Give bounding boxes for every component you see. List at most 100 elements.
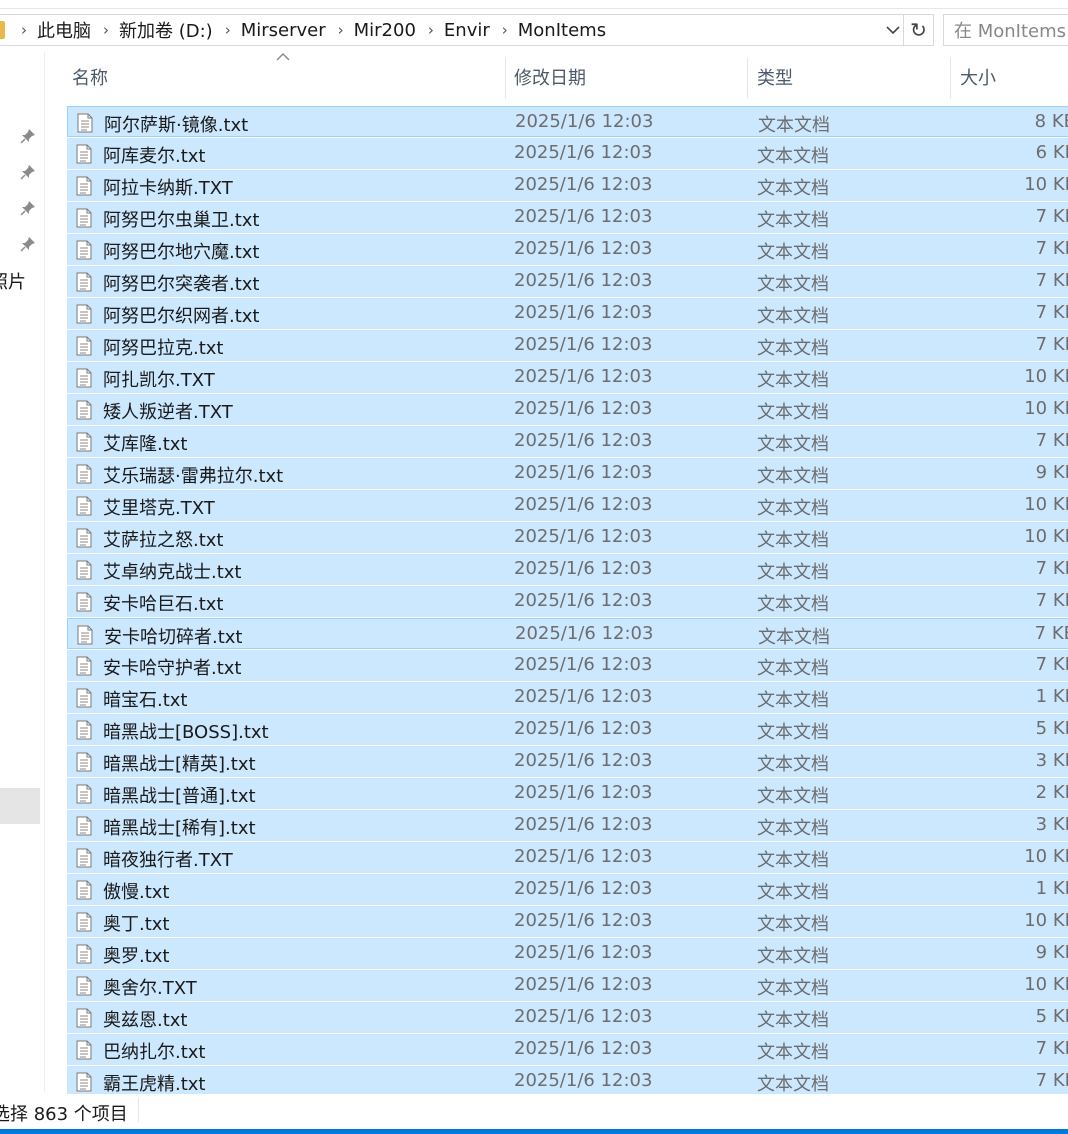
file-name[interactable]: 安卡哈守护者.txt xyxy=(103,654,242,680)
file-row[interactable]: 阿拉卡纳斯.TXT 2025/1/6 12:03 文本文档 10 KB xyxy=(67,170,1068,201)
file-row[interactable]: 艾卓纳克战士.txt 2025/1/6 12:03 文本文档 7 KB xyxy=(67,554,1068,585)
file-row[interactable]: 暗黑战士[BOSS].txt 2025/1/6 12:03 文本文档 5 KB xyxy=(67,714,1068,745)
file-row[interactable]: 暗黑战士[稀有].txt 2025/1/6 12:03 文本文档 3 KB xyxy=(67,810,1068,841)
file-name[interactable]: 艾库隆.txt xyxy=(103,430,188,456)
file-row[interactable]: 艾库隆.txt 2025/1/6 12:03 文本文档 7 KB xyxy=(67,426,1068,457)
file-row[interactable]: 奥罗.txt 2025/1/6 12:03 文本文档 9 KB xyxy=(67,938,1068,969)
chevron-right-icon[interactable]: › xyxy=(219,21,237,39)
file-name[interactable]: 奥罗.txt xyxy=(103,942,170,968)
file-row[interactable]: 艾萨拉之怒.txt 2025/1/6 12:03 文本文档 10 KB xyxy=(67,522,1068,553)
file-name[interactable]: 奥丁.txt xyxy=(103,910,170,936)
file-name[interactable]: 阿努巴拉克.txt xyxy=(103,334,224,360)
file-row[interactable]: 奥舍尔.TXT 2025/1/6 12:03 文本文档 10 KB xyxy=(67,970,1068,1001)
file-name[interactable]: 阿努巴尔织网者.txt xyxy=(103,302,260,328)
chevron-right-icon[interactable]: › xyxy=(422,21,440,39)
file-name[interactable]: 霸王虎精.txt xyxy=(103,1070,206,1096)
pin-icon[interactable] xyxy=(20,128,36,144)
column-header-type[interactable]: 类型 xyxy=(757,64,793,90)
file-name[interactable]: 巴纳扎尔.txt xyxy=(103,1038,206,1064)
file-name[interactable]: 阿努巴尔虫巢卫.txt xyxy=(103,206,260,232)
file-row[interactable]: 阿努巴尔地穴魔.txt 2025/1/6 12:03 文本文档 7 KB xyxy=(67,234,1068,265)
breadcrumb-mir200[interactable]: Mir200 xyxy=(350,20,422,41)
file-row[interactable]: 巴纳扎尔.txt 2025/1/6 12:03 文本文档 7 KB xyxy=(67,1034,1068,1065)
file-name[interactable]: 奥兹恩.txt xyxy=(103,1006,188,1032)
file-row[interactable]: 阿库麦尔.txt 2025/1/6 12:03 文本文档 6 KB xyxy=(67,138,1068,169)
chevron-right-icon[interactable]: › xyxy=(496,21,514,39)
column-header-size[interactable]: 大小 xyxy=(960,64,996,90)
address-history-dropdown[interactable] xyxy=(880,14,906,46)
breadcrumb-mirserver[interactable]: Mirserver xyxy=(237,20,332,41)
file-row[interactable]: 阿努巴尔突袭者.txt 2025/1/6 12:03 文本文档 7 KB xyxy=(67,266,1068,297)
file-name[interactable]: 艾乐瑞瑟·雷弗拉尔.txt xyxy=(103,462,283,488)
refresh-button[interactable]: ↻ xyxy=(904,14,934,46)
file-name[interactable]: 傲慢.txt xyxy=(103,878,170,904)
file-row[interactable]: 艾乐瑞瑟·雷弗拉尔.txt 2025/1/6 12:03 文本文档 9 KB xyxy=(67,458,1068,489)
file-name[interactable]: 阿拉卡纳斯.TXT xyxy=(103,174,233,200)
file-modified-date: 2025/1/6 12:03 xyxy=(514,302,653,323)
file-row[interactable]: 暗黑战士[普通].txt 2025/1/6 12:03 文本文档 2 KB xyxy=(67,778,1068,809)
file-name[interactable]: 暗黑战士[稀有].txt xyxy=(103,814,256,840)
file-name[interactable]: 暗黑战士[BOSS].txt xyxy=(103,718,269,744)
file-modified-date: 2025/1/6 12:03 xyxy=(514,462,653,483)
chevron-right-icon[interactable]: › xyxy=(332,21,350,39)
file-row[interactable]: 阿扎凯尔.TXT 2025/1/6 12:03 文本文档 10 KB xyxy=(67,362,1068,393)
file-size: 7 KB xyxy=(1035,558,1068,579)
file-name[interactable]: 阿努巴尔地穴魔.txt xyxy=(103,238,260,264)
column-divider[interactable] xyxy=(747,58,748,98)
file-row[interactable]: 暗黑战士[精英].txt 2025/1/6 12:03 文本文档 3 KB xyxy=(67,746,1068,777)
file-row[interactable]: 阿努巴尔虫巢卫.txt 2025/1/6 12:03 文本文档 7 KB xyxy=(67,202,1068,233)
file-row[interactable]: 奥丁.txt 2025/1/6 12:03 文本文档 10 KB xyxy=(67,906,1068,937)
address-bar[interactable]: › 此电脑 › 新加卷 (D:) › Mirserver › Mir200 › … xyxy=(0,14,904,46)
file-name[interactable]: 暗宝石.txt xyxy=(103,686,188,712)
file-name[interactable]: 阿扎凯尔.TXT xyxy=(103,366,215,392)
file-name[interactable]: 阿尔萨斯·镜像.txt xyxy=(104,111,248,137)
file-row[interactable]: 安卡哈守护者.txt 2025/1/6 12:03 文本文档 7 KB xyxy=(67,650,1068,681)
file-name[interactable]: 阿努巴尔突袭者.txt xyxy=(103,270,260,296)
pin-icon[interactable] xyxy=(20,164,36,180)
file-row[interactable]: 矮人叛逆者.TXT 2025/1/6 12:03 文本文档 10 KB xyxy=(67,394,1068,425)
search-input[interactable]: 在 MonItems xyxy=(943,14,1068,46)
breadcrumb-drive[interactable]: 新加卷 (D:) xyxy=(115,17,219,43)
file-row[interactable]: 安卡哈巨石.txt 2025/1/6 12:03 文本文档 7 KB xyxy=(67,586,1068,617)
file-size: 3 KB xyxy=(1035,750,1068,771)
column-divider[interactable] xyxy=(950,58,951,98)
chevron-right-icon[interactable]: › xyxy=(97,21,115,39)
file-size: 10 KB xyxy=(1024,398,1068,419)
file-row[interactable]: 霸王虎精.txt 2025/1/6 12:03 文本文档 7 KB xyxy=(67,1066,1068,1096)
breadcrumb-this-pc[interactable]: 此电脑 xyxy=(33,17,97,43)
file-row[interactable]: 阿尔萨斯·镜像.txt 2025/1/6 12:03 文本文档 8 KB xyxy=(67,106,1068,137)
file-name[interactable]: 艾卓纳克战士.txt xyxy=(103,558,242,584)
column-divider[interactable] xyxy=(505,58,506,98)
nav-item-pictures[interactable]: 照片 xyxy=(0,268,26,294)
file-name[interactable]: 暗黑战士[普通].txt xyxy=(103,782,256,808)
pin-icon[interactable] xyxy=(20,200,36,216)
file-row[interactable]: 安卡哈切碎者.txt 2025/1/6 12:03 文本文档 7 KB xyxy=(67,618,1068,649)
file-size: 7 KB xyxy=(1035,1070,1068,1091)
file-type: 文本文档 xyxy=(757,466,829,487)
file-name[interactable]: 暗黑战士[精英].txt xyxy=(103,750,256,776)
pin-icon[interactable] xyxy=(20,236,36,252)
file-name[interactable]: 安卡哈巨石.txt xyxy=(103,590,224,616)
breadcrumb-monitems[interactable]: MonItems xyxy=(514,20,612,41)
file-row[interactable]: 阿努巴拉克.txt 2025/1/6 12:03 文本文档 7 KB xyxy=(67,330,1068,361)
nav-item-selected[interactable] xyxy=(0,788,40,824)
file-row[interactable]: 阿努巴尔织网者.txt 2025/1/6 12:03 文本文档 7 KB xyxy=(67,298,1068,329)
text-file-icon xyxy=(76,752,92,772)
file-name[interactable]: 矮人叛逆者.TXT xyxy=(103,398,233,424)
file-row[interactable]: 暗夜独行者.TXT 2025/1/6 12:03 文本文档 10 KB xyxy=(67,842,1068,873)
chevron-right-icon[interactable]: › xyxy=(15,21,33,39)
file-row[interactable]: 傲慢.txt 2025/1/6 12:03 文本文档 1 KB xyxy=(67,874,1068,905)
file-name[interactable]: 阿库麦尔.txt xyxy=(103,142,206,168)
file-name[interactable]: 暗夜独行者.TXT xyxy=(103,846,233,872)
file-name[interactable]: 艾萨拉之怒.txt xyxy=(103,526,224,552)
file-type: 文本文档 xyxy=(758,627,830,648)
file-row[interactable]: 暗宝石.txt 2025/1/6 12:03 文本文档 1 KB xyxy=(67,682,1068,713)
column-header-name[interactable]: 名称 xyxy=(72,64,108,90)
file-row[interactable]: 奥兹恩.txt 2025/1/6 12:03 文本文档 5 KB xyxy=(67,1002,1068,1033)
file-name[interactable]: 奥舍尔.TXT xyxy=(103,974,197,1000)
file-name[interactable]: 艾里塔克.TXT xyxy=(103,494,215,520)
breadcrumb-envir[interactable]: Envir xyxy=(440,20,496,41)
file-name[interactable]: 安卡哈切碎者.txt xyxy=(104,623,243,649)
column-header-date[interactable]: 修改日期 xyxy=(514,64,586,90)
file-row[interactable]: 艾里塔克.TXT 2025/1/6 12:03 文本文档 10 KB xyxy=(67,490,1068,521)
